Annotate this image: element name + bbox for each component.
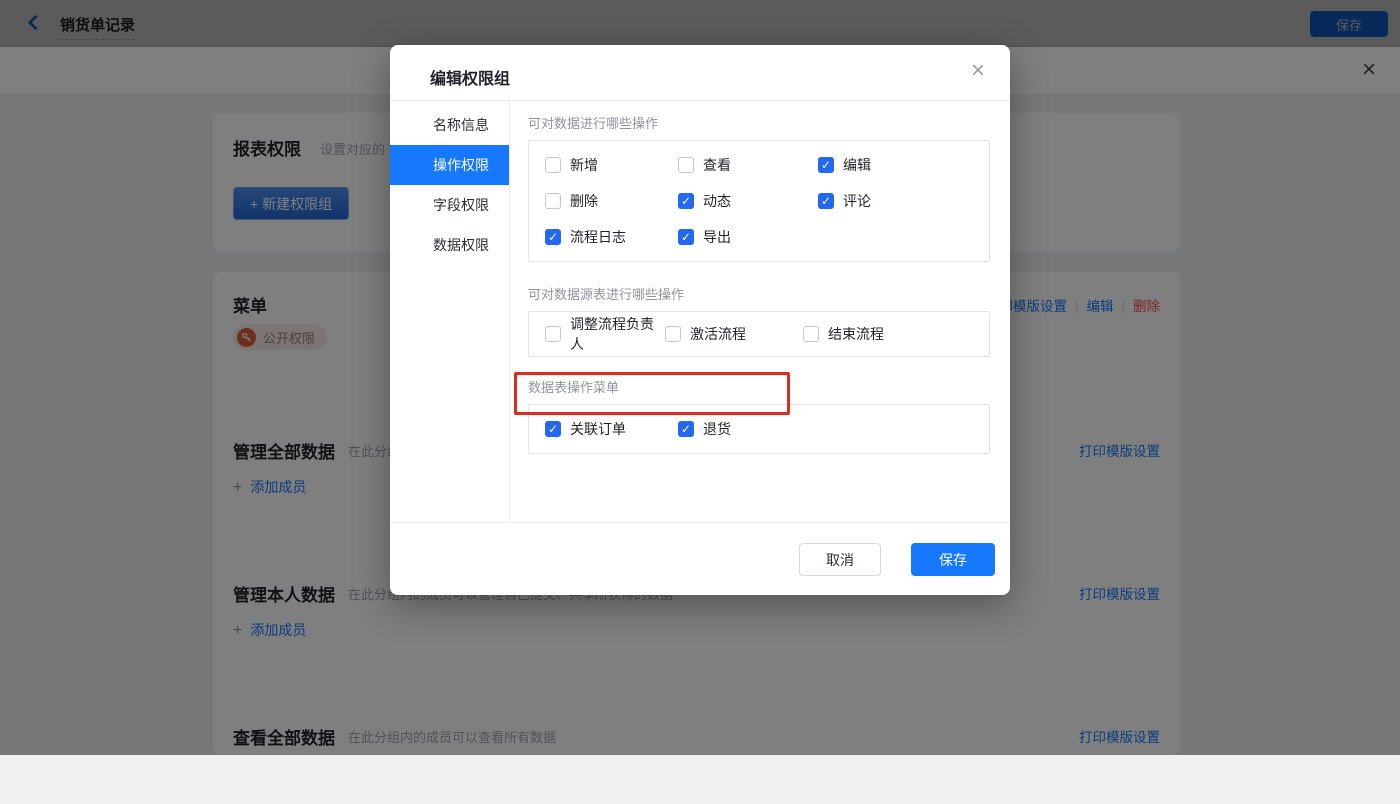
checkbox-checked-icon[interactable]: ✓ [678,229,694,245]
checkbox-label: 退货 [703,421,731,437]
checkbox-label: 删除 [570,193,598,209]
checkbox-checked-icon[interactable]: ✓ [818,157,834,173]
checkbox-label: 调整流程负责人 [570,316,654,352]
checkbox-unchecked-icon[interactable] [665,326,681,342]
section-label: 数据表操作菜单 [528,380,620,395]
checkbox-unchecked-icon[interactable] [803,326,819,342]
modal-tab-1[interactable]: 操作权限 [390,145,509,185]
checkbox-item[interactable]: ✓ 评论 [818,183,989,219]
checkbox-checked-icon[interactable]: ✓ [678,193,694,209]
checkbox-checked-icon[interactable]: ✓ [545,229,561,245]
checkbox-unchecked-icon[interactable] [545,326,561,342]
modal-tab-2[interactable]: 字段权限 [390,185,509,225]
checkbox-item[interactable]: ✓ 动态 [678,183,818,219]
section-label: 可对数据进行哪些操作 [528,116,659,131]
checkbox-label: 动态 [703,193,731,209]
modal-footer: 取消 保存 [390,522,1010,595]
checkbox-label: 评论 [843,193,871,209]
checkbox-item[interactable]: ✓ 编辑 [818,147,989,183]
modal-content: 可对数据进行哪些操作新增 查看 ✓ 编辑删除 ✓ 动态 ✓ 评论 ✓ 流程日志 ✓ 导出可对数据源表进… [510,101,1010,521]
checkbox-label: 编辑 [843,157,871,173]
checkbox-group: ✓ 关联订单 ✓ 退货 [528,404,990,454]
checkbox-label: 激活流程 [690,326,746,342]
modal-title: 编辑权限组 [430,71,511,88]
checkbox-label: 新增 [570,157,598,173]
modal-tab-list: 名称信息 操作权限 字段权限 数据权限 [390,101,510,521]
edit-permission-group-modal: 编辑权限组 × 名称信息 操作权限 字段权限 数据权限 可对数据进行哪些操作新增 查看 ✓… [390,45,1010,595]
checkbox-checked-icon[interactable]: ✓ [818,193,834,209]
checkbox-item[interactable]: ✓ 导出 [678,219,818,255]
modal-tab-3[interactable]: 数据权限 [390,225,509,265]
topbar-dim-overlay [0,0,1400,47]
checkbox-unchecked-icon[interactable] [545,157,561,173]
checkbox-item[interactable]: 结束流程 [803,316,989,352]
modal-save-button[interactable]: 保存 [911,543,995,576]
checkbox-checked-icon[interactable]: ✓ [678,421,694,437]
modal-header: 编辑权限组 × [390,45,1010,101]
checkbox-item[interactable]: ✓ 关联订单 [545,411,678,447]
section-label: 可对数据源表进行哪些操作 [528,287,685,302]
checkbox-item[interactable]: 激活流程 [665,316,803,352]
checkbox-unchecked-icon[interactable] [545,193,561,209]
checkbox-item[interactable]: 删除 [545,183,678,219]
checkbox-item[interactable]: 调整流程负责人 [545,316,665,352]
checkbox-group: 新增 查看 ✓ 编辑删除 ✓ 动态 ✓ 评论 ✓ 流程日志 ✓ 导出 [528,140,990,262]
cancel-button[interactable]: 取消 [799,543,881,576]
modal-close-icon[interactable]: × [971,57,985,85]
checkbox-item[interactable]: 新增 [545,147,678,183]
checkbox-label: 关联订单 [570,421,626,437]
checkbox-item[interactable]: 查看 [678,147,818,183]
checkbox-label: 结束流程 [828,326,884,342]
checkbox-item[interactable]: ✓ 流程日志 [545,219,678,255]
checkbox-label: 导出 [703,229,731,245]
modal-tab-0[interactable]: 名称信息 [390,105,509,145]
checkbox-label: 查看 [703,157,731,173]
checkbox-label: 流程日志 [570,229,626,245]
checkbox-item[interactable]: ✓ 退货 [678,411,818,447]
checkbox-checked-icon[interactable]: ✓ [545,421,561,437]
checkbox-unchecked-icon[interactable] [678,157,694,173]
checkbox-group: 调整流程负责人 激活流程 结束流程 [528,311,990,357]
